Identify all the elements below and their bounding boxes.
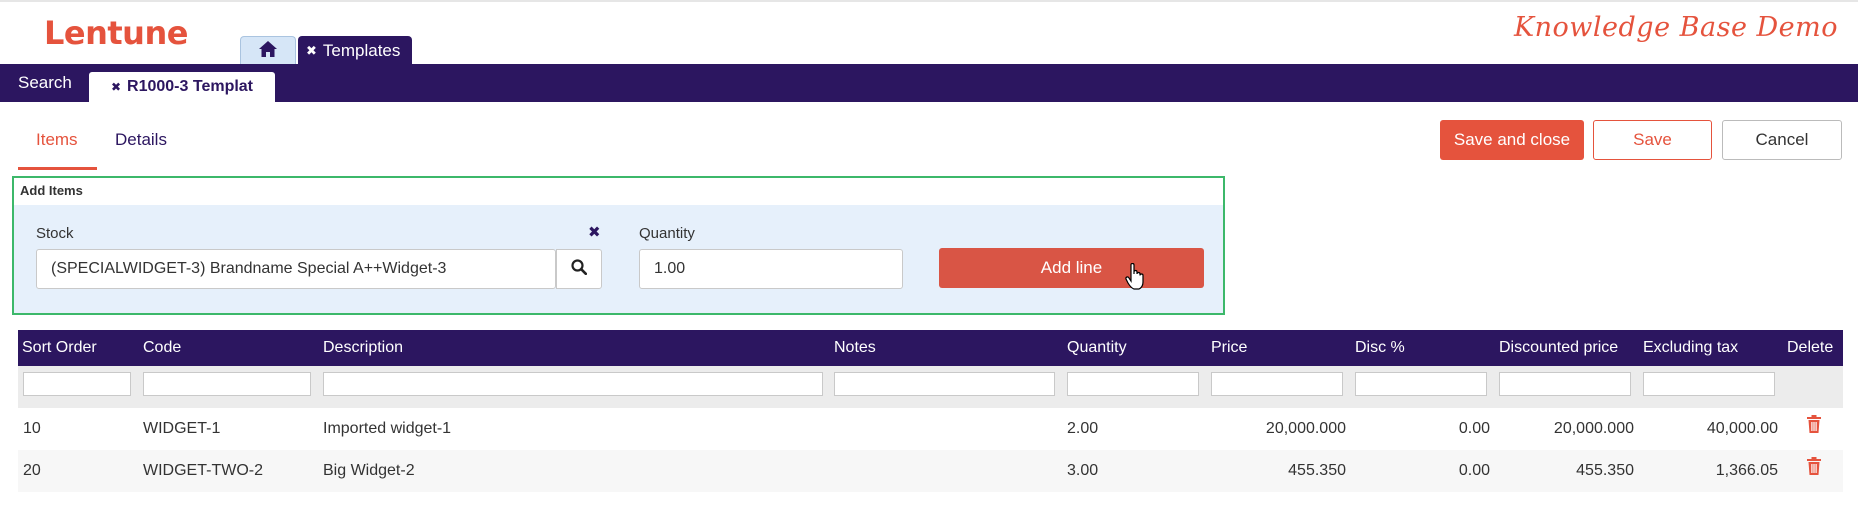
search-icon	[571, 258, 588, 280]
cell-code: WIDGET-1	[143, 420, 221, 437]
active-tab-indicator	[18, 167, 97, 170]
stock-search-button[interactable]	[556, 249, 602, 289]
close-icon[interactable]: ✖	[111, 80, 121, 94]
nav-bar: Search ✖ R1000-3 Templat	[0, 64, 1858, 102]
quantity-input[interactable]: 1.00	[639, 249, 903, 289]
filter-discounted-price[interactable]	[1499, 372, 1631, 396]
cell-disc: 0.00	[1458, 420, 1490, 437]
column-discounted-price[interactable]: Discounted price	[1499, 330, 1618, 366]
table-row[interactable]: 10 WIDGET-1 Imported widget-1 2.00 20,00…	[18, 408, 1843, 450]
cell-description: Imported widget-1	[323, 420, 452, 437]
filter-excluding-tax[interactable]	[1643, 372, 1775, 396]
cell-code: WIDGET-TWO-2	[143, 462, 263, 479]
cell-description: Big Widget-2	[323, 462, 415, 479]
table-header: Sort Order Code Description Notes Quanti…	[18, 330, 1843, 366]
top-header: Lentune ✖ Templates Knowledge Base Demo	[0, 0, 1858, 66]
tab-document[interactable]: ✖ R1000-3 Templat	[89, 72, 275, 102]
cell-sort-order: 10	[23, 420, 41, 437]
trash-icon[interactable]	[1806, 408, 1822, 450]
tab-templates[interactable]: ✖ Templates	[298, 36, 413, 66]
cell-excluding-tax: 40,000.00	[1706, 420, 1778, 437]
save-button[interactable]: Save	[1593, 120, 1712, 160]
add-items-title: Add Items	[20, 183, 83, 198]
filter-row	[18, 366, 1843, 408]
app-logo[interactable]: Lentune	[44, 14, 188, 52]
items-table: Sort Order Code Description Notes Quanti…	[18, 330, 1843, 492]
stock-input[interactable]: (SPECIALWIDGET-3) Brandname Special A++W…	[36, 249, 556, 289]
tab-templates-label: Templates	[322, 41, 401, 60]
column-price[interactable]: Price	[1211, 330, 1247, 366]
table-row[interactable]: 20 WIDGET-TWO-2 Big Widget-2 3.00 455.35…	[18, 450, 1843, 492]
cell-excluding-tax: 1,366.05	[1715, 462, 1778, 479]
filter-description[interactable]	[323, 372, 823, 396]
filter-quantity[interactable]	[1067, 372, 1199, 396]
add-items-body: Stock ✖ (SPECIALWIDGET-3) Brandname Spec…	[14, 205, 1223, 313]
close-icon[interactable]: ✖	[306, 43, 317, 59]
hand-cursor-icon	[1125, 262, 1145, 296]
column-disc[interactable]: Disc %	[1355, 330, 1405, 366]
filter-sort-order[interactable]	[23, 372, 131, 396]
column-code[interactable]: Code	[143, 330, 181, 366]
stock-label: Stock	[36, 225, 74, 242]
column-delete: Delete	[1787, 339, 1834, 356]
cell-sort-order: 20	[23, 462, 41, 479]
cell-disc: 0.00	[1458, 462, 1490, 479]
trash-icon[interactable]	[1806, 450, 1822, 492]
filter-notes[interactable]	[834, 372, 1055, 396]
cell-discounted-price: 20,000.000	[1553, 420, 1634, 437]
cell-quantity: 3.00	[1067, 462, 1099, 479]
tab-details[interactable]: Details	[115, 130, 167, 150]
add-items-panel: Add Items Stock ✖ (SPECIALWIDGET-3) Bran…	[12, 176, 1225, 315]
cell-price: 20,000.000	[1265, 420, 1346, 437]
filter-price[interactable]	[1211, 372, 1343, 396]
filter-code[interactable]	[143, 372, 311, 396]
column-description[interactable]: Description	[323, 330, 403, 366]
home-tab[interactable]	[240, 36, 296, 66]
brand-title: Knowledge Base Demo	[1513, 12, 1838, 43]
column-excluding-tax[interactable]: Excluding tax	[1643, 330, 1738, 366]
column-notes[interactable]: Notes	[834, 330, 876, 366]
filter-disc[interactable]	[1355, 372, 1487, 396]
tab-items[interactable]: Items	[36, 130, 78, 150]
quantity-label: Quantity	[639, 225, 695, 242]
column-sort-order[interactable]: Sort Order	[22, 330, 97, 366]
nav-search-link[interactable]: Search	[18, 64, 72, 102]
clear-icon[interactable]: ✖	[588, 223, 601, 241]
cell-price: 455.350	[1288, 462, 1346, 479]
cancel-button[interactable]: Cancel	[1722, 120, 1842, 160]
home-icon	[259, 41, 277, 62]
cell-quantity: 2.00	[1067, 420, 1099, 437]
add-line-button[interactable]: Add line	[939, 248, 1204, 288]
cell-discounted-price: 455.350	[1576, 462, 1634, 479]
tab-document-label: R1000-3 Templat	[127, 78, 254, 95]
save-and-close-button[interactable]: Save and close	[1440, 120, 1584, 160]
column-quantity[interactable]: Quantity	[1067, 330, 1127, 366]
